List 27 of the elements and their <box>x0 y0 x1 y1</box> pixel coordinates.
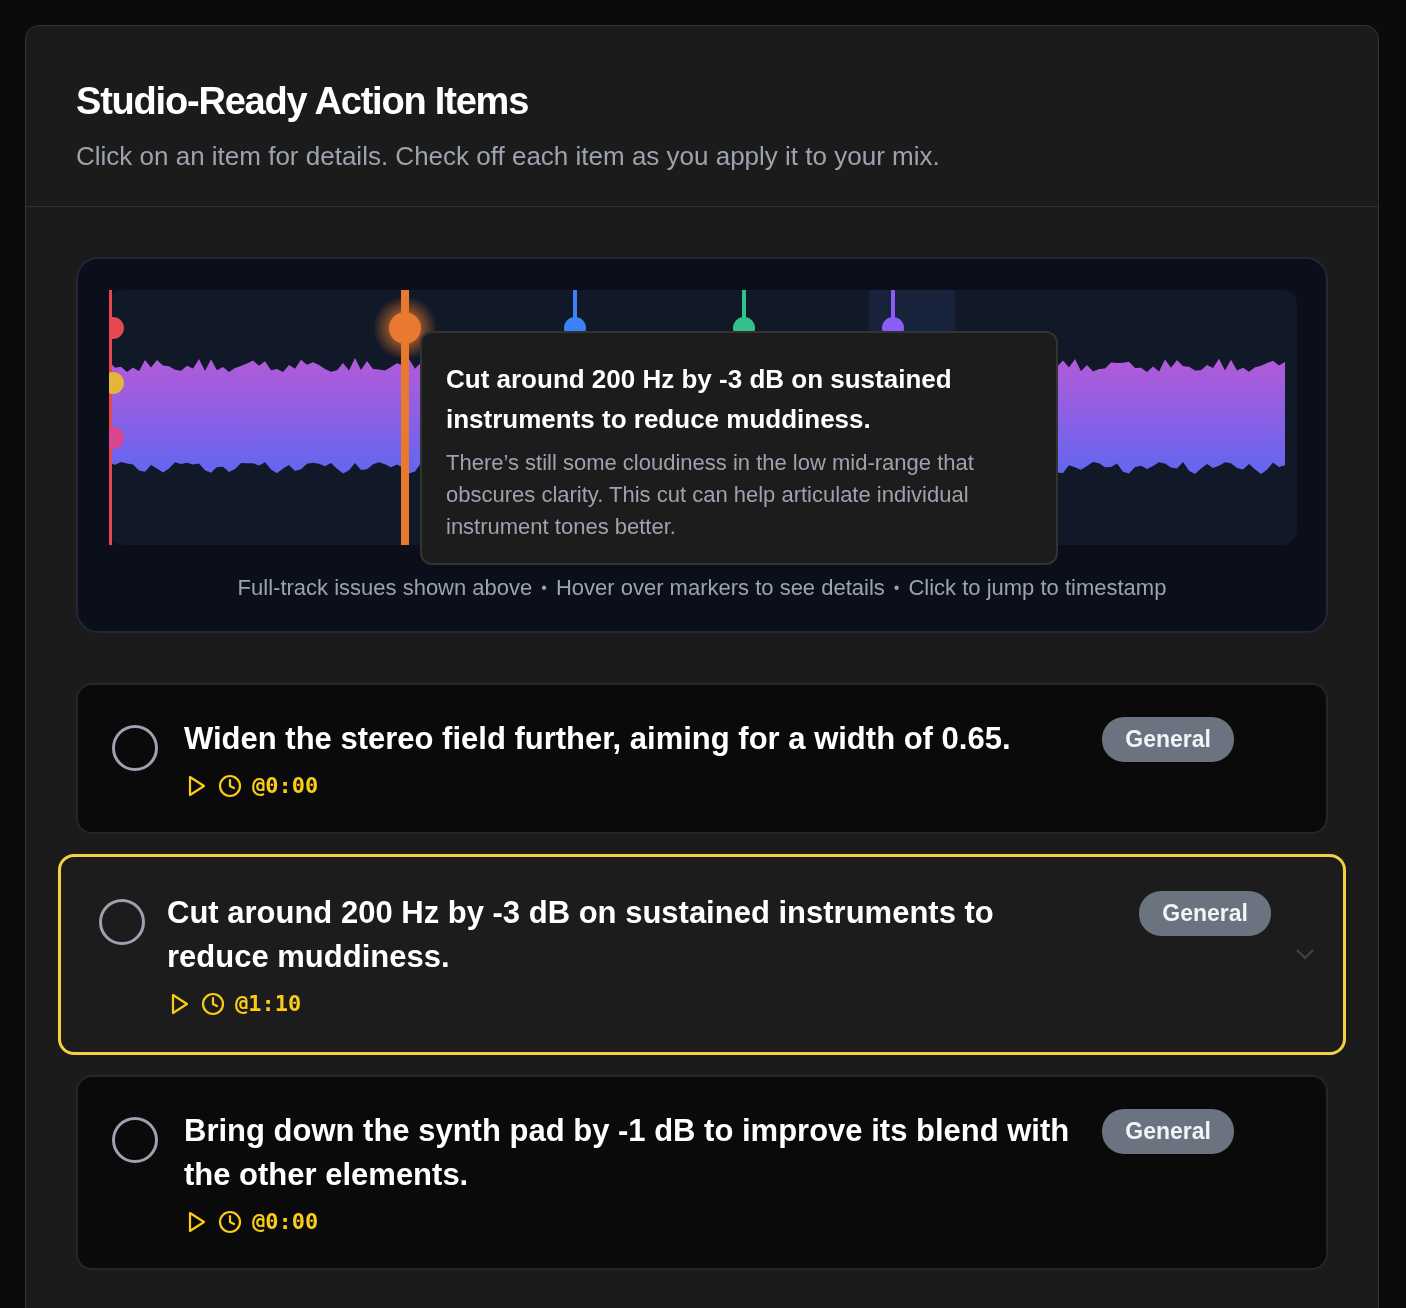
item-title: Cut around 200 Hz by -3 dB on sustained instruments to reduce muddiness. <box>167 894 995 976</box>
timestamp-link[interactable]: @0:00 <box>252 1209 319 1234</box>
clock-icon <box>218 1209 242 1234</box>
caption-separator: • <box>893 579 900 597</box>
caption-text: Hover over markers to see details <box>555 575 885 601</box>
caption-separator: • <box>541 579 547 597</box>
caption-text: Click to jump to timestamp <box>908 575 1167 601</box>
clock-icon <box>218 773 242 798</box>
caption-text: Full-track issues shown above <box>237 575 533 601</box>
checkbox[interactable] <box>112 725 158 771</box>
category-tag: General <box>1102 717 1234 762</box>
category-tag: General <box>1102 1109 1234 1154</box>
item-title: Widen the stereo field further, aiming for a width of 0.65. <box>184 720 1012 758</box>
timestamp-link[interactable]: @1:10 <box>235 991 302 1016</box>
tooltip-text: There’s still some cloudiness in the low mid-range that obscures clarity. This cut can help articulate individual instrument tones better. <box>446 449 975 541</box>
page-title: Studio-Ready Action Items <box>76 80 530 123</box>
timestamp-link[interactable]: @0:00 <box>252 773 319 798</box>
tooltip-title: Cut around 200 Hz by -3 dB on sustained instruments to reduce muddiness. <box>446 363 953 436</box>
checkbox[interactable] <box>99 899 145 945</box>
category-tag: General <box>1139 891 1271 936</box>
clock-icon <box>201 991 225 1016</box>
action-item[interactable]: Widen the stereo field further, aiming for a width of 0.65. @0:00 General <box>76 683 1328 834</box>
item-title: Bring down the synth pad by -1 dB to improve its blend with the other elements. <box>184 1112 1071 1194</box>
action-item[interactable]: Bring down the synth pad by -1 dB to improve its blend with the other elements. @0:00 General <box>76 1075 1328 1270</box>
action-item[interactable]: Cut around 200 Hz by -3 dB on sustained instruments to reduce muddiness. @1:10 General <box>58 854 1346 1055</box>
checkbox[interactable] <box>112 1117 158 1163</box>
page-subtitle: Click on an item for details. Check off each item as you apply it to your mix. <box>76 141 941 172</box>
